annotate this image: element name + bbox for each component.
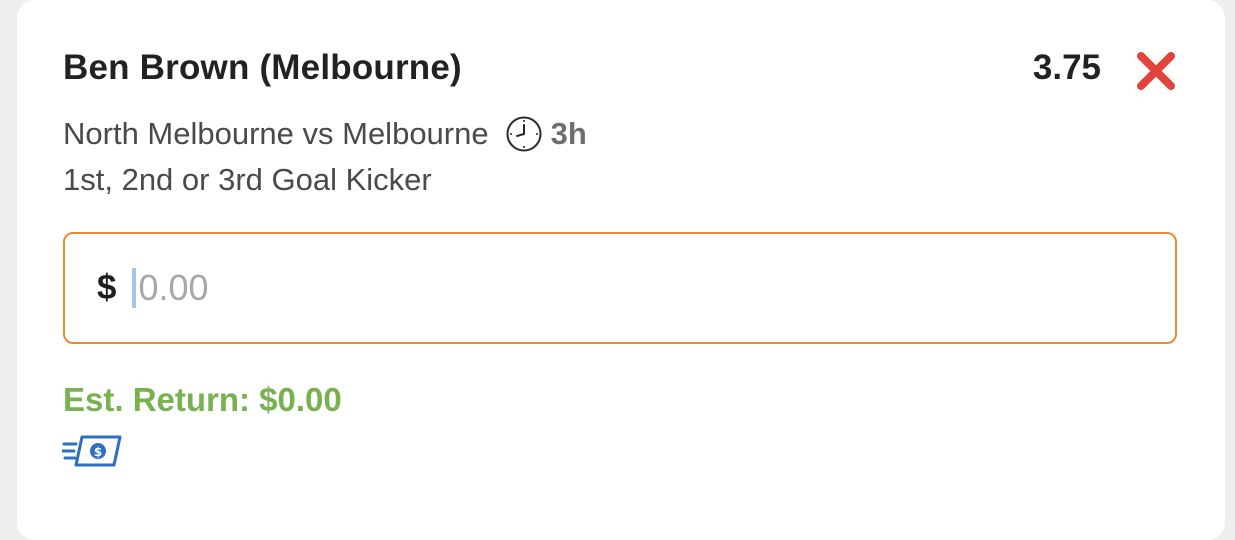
match-name: North Melbourne vs Melbourne xyxy=(63,116,489,151)
match-info-row: North Melbourne vs Melbourne 3h xyxy=(63,113,587,155)
estimated-return: Est. Return: $0.00 xyxy=(63,381,342,418)
currency-symbol: $ xyxy=(97,268,117,307)
market-name: 1st, 2nd or 3rd Goal Kicker xyxy=(63,162,432,197)
fast-cash-icon[interactable]: $ xyxy=(60,433,122,469)
bet-slip-card: Ben Brown (Melbourne) 3.75 North Melbour… xyxy=(17,0,1225,540)
text-cursor xyxy=(132,268,137,308)
clock-icon xyxy=(505,115,543,153)
close-x-icon xyxy=(1137,52,1175,90)
stake-input[interactable] xyxy=(138,267,1039,309)
selection-title: Ben Brown (Melbourne) xyxy=(63,48,462,87)
odds-value: 3.75 xyxy=(1032,48,1101,87)
time-to-start: 3h xyxy=(550,116,587,151)
svg-text:$: $ xyxy=(94,445,102,459)
remove-selection-button[interactable] xyxy=(1135,50,1177,92)
stake-field[interactable]: $ xyxy=(63,232,1177,344)
